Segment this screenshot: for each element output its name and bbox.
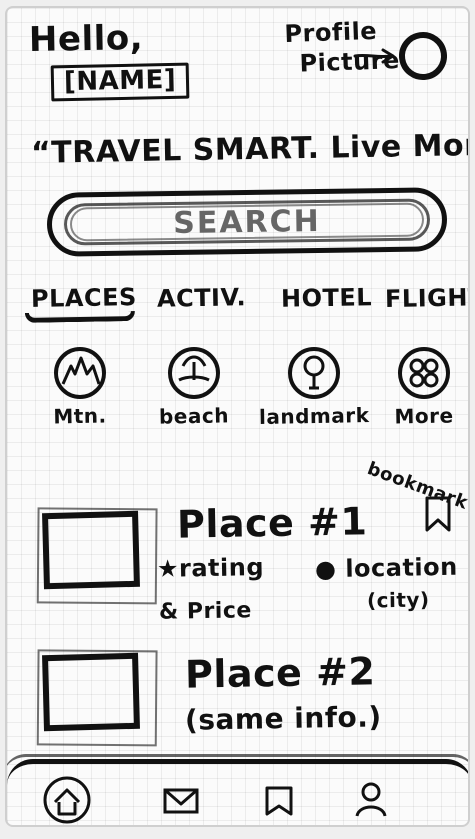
category-more[interactable]: More bbox=[369, 344, 468, 444]
location-pin-icon: ● bbox=[314, 554, 337, 584]
category-beach[interactable]: beach bbox=[139, 344, 249, 444]
home-icon[interactable] bbox=[41, 774, 93, 826]
bottom-navigation bbox=[7, 754, 468, 826]
bookmarks-icon[interactable] bbox=[253, 774, 305, 826]
place-title: Place #1 bbox=[176, 499, 368, 547]
search-bar[interactable]: SEARCH bbox=[46, 187, 448, 257]
beach-icon bbox=[168, 347, 220, 399]
place-thumbnail bbox=[42, 652, 140, 732]
tab-hotel[interactable]: HOTEL bbox=[281, 283, 373, 313]
search-input[interactable]: SEARCH bbox=[173, 203, 321, 240]
category-label: beach bbox=[158, 403, 230, 429]
profile-icon[interactable] bbox=[345, 774, 397, 826]
mail-icon[interactable] bbox=[155, 774, 207, 826]
user-name-box: [NAME] bbox=[50, 62, 190, 102]
tab-activities[interactable]: ACTIV. bbox=[157, 283, 247, 313]
profile-arrow-icon bbox=[353, 48, 395, 64]
location-text: location bbox=[345, 552, 458, 583]
profile-label-line1: Profile bbox=[284, 16, 378, 49]
landmark-icon bbox=[288, 347, 340, 399]
place-price: & Price bbox=[158, 598, 253, 625]
tab-flights[interactable]: FLIGHTS bbox=[385, 283, 468, 313]
place-title: Place #2 bbox=[184, 649, 376, 697]
mountain-icon bbox=[54, 347, 106, 399]
place-info: (same info.) bbox=[184, 700, 382, 737]
place-card-1[interactable]: Place #1 ★rating & Price ● location (cit… bbox=[7, 499, 468, 634]
mobile-sketch-screen: Hello, [NAME] Profile Picture “TRAVEL SM… bbox=[5, 6, 470, 827]
place-card-2[interactable]: Place #2 (same info.) bbox=[7, 646, 468, 746]
place-location: ● location bbox=[314, 552, 458, 584]
place-categories: Mtn. beach landmark More bbox=[7, 344, 468, 444]
place-rating: ★rating bbox=[156, 553, 265, 583]
app-slogan: “TRAVEL SMART. Live More” bbox=[30, 127, 470, 171]
place-city: (city) bbox=[366, 587, 430, 613]
greeting: Hello, bbox=[28, 18, 144, 60]
more-icon bbox=[398, 347, 450, 399]
category-label: Mtn. bbox=[53, 403, 107, 429]
place-thumbnail bbox=[42, 510, 140, 590]
category-landmark[interactable]: landmark bbox=[258, 344, 370, 444]
category-mountain[interactable]: Mtn. bbox=[25, 344, 135, 444]
category-label: More bbox=[394, 403, 454, 429]
category-label: landmark bbox=[258, 403, 370, 429]
tab-places[interactable]: PLACES bbox=[31, 283, 137, 313]
tab-places-selected-indicator bbox=[24, 311, 136, 323]
